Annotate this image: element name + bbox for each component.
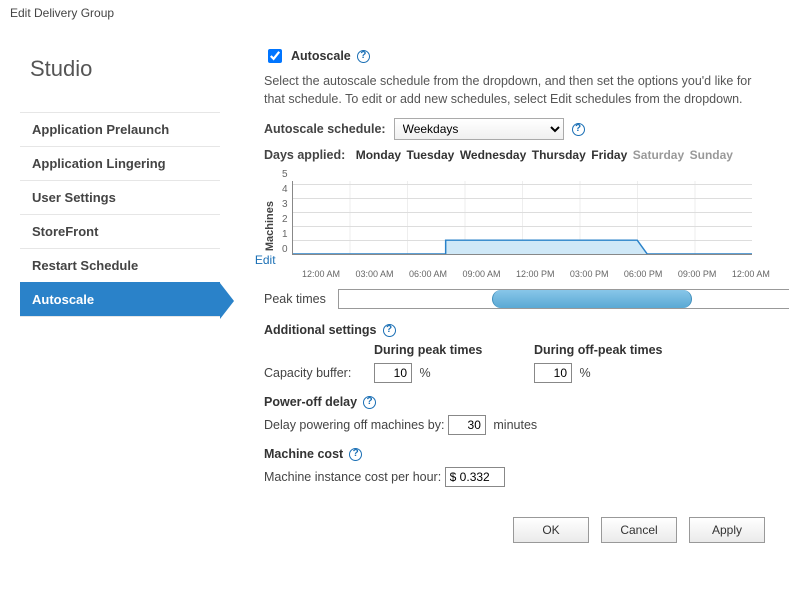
sidebar-item-storefront[interactable]: StoreFront xyxy=(20,214,220,248)
autoscale-checkbox-label: Autoscale xyxy=(291,49,351,63)
chart-y-ticks: 0 1 2 3 4 5 xyxy=(282,170,288,255)
help-icon[interactable]: ? xyxy=(349,448,362,461)
edit-chart-link[interactable]: Edit xyxy=(255,253,276,267)
capacity-peak-unit: % xyxy=(419,366,430,380)
main-panel: Autoscale ? Select the autoscale schedul… xyxy=(264,46,789,493)
machines-chart: Machines 0 1 2 3 4 5 xyxy=(264,170,789,269)
autoscale-checkbox[interactable] xyxy=(268,49,282,63)
sidebar-item-autoscale[interactable]: Autoscale xyxy=(20,282,220,317)
poweroff-delay-input[interactable] xyxy=(448,415,486,435)
chart-x-ticks: 12:00 AM 03:00 AM 06:00 AM 09:00 AM 12:0… xyxy=(302,269,770,279)
peak-fill[interactable] xyxy=(492,290,692,308)
schedule-select[interactable]: Weekdays xyxy=(394,118,564,140)
poweroff-delay-title: Power-off delay xyxy=(264,395,357,409)
sidebar-item-application-lingering[interactable]: Application Lingering xyxy=(20,146,220,180)
chart-y-axis-label: Machines xyxy=(264,189,276,251)
poweroff-delay-unit: minutes xyxy=(493,418,537,432)
help-icon[interactable]: ? xyxy=(572,123,585,136)
day-thursday: Thursday xyxy=(532,148,586,162)
day-sunday: Sunday xyxy=(690,148,733,162)
days-applied-label: Days applied: xyxy=(264,148,345,162)
help-icon[interactable]: ? xyxy=(357,50,370,63)
poweroff-delay-label: Delay powering off machines by: xyxy=(264,418,444,432)
machine-cost-label: Machine instance cost per hour: xyxy=(264,470,441,484)
autoscale-description: Select the autoscale schedule from the d… xyxy=(264,72,764,108)
apply-button[interactable]: Apply xyxy=(689,517,765,543)
help-icon[interactable]: ? xyxy=(383,324,396,337)
additional-settings-title: Additional settings xyxy=(264,323,377,337)
day-monday: Monday xyxy=(356,148,401,162)
capacity-buffer-label: Capacity buffer: xyxy=(264,366,374,380)
capacity-offpeak-input[interactable] xyxy=(534,363,572,383)
sidebar-item-restart-schedule[interactable]: Restart Schedule xyxy=(20,248,220,282)
days-applied-row: Days applied: Monday Tuesday Wednesday T… xyxy=(264,148,789,162)
studio-title: Studio xyxy=(30,56,220,82)
help-icon[interactable]: ? xyxy=(363,396,376,409)
day-friday: Friday xyxy=(591,148,627,162)
ok-button[interactable]: OK xyxy=(513,517,589,543)
capacity-peak-input[interactable] xyxy=(374,363,412,383)
column-offpeak-header: During off-peak times xyxy=(534,343,734,357)
capacity-offpeak-unit: % xyxy=(579,366,590,380)
sidebar-item-application-prelaunch[interactable]: Application Prelaunch xyxy=(20,112,220,146)
chart-plot-area[interactable] xyxy=(292,181,752,255)
schedule-label: Autoscale schedule: xyxy=(264,122,386,136)
day-saturday: Saturday xyxy=(633,148,684,162)
machine-cost-input[interactable] xyxy=(445,467,505,487)
sidebar: Studio Application Prelaunch Application… xyxy=(20,46,220,493)
sidebar-item-user-settings[interactable]: User Settings xyxy=(20,180,220,214)
column-peak-header: During peak times xyxy=(374,343,534,357)
peak-times-bar[interactable] xyxy=(338,289,789,309)
machine-cost-title: Machine cost xyxy=(264,447,343,461)
dialog-footer: OK Cancel Apply xyxy=(0,503,789,557)
day-wednesday: Wednesday xyxy=(460,148,526,162)
cancel-button[interactable]: Cancel xyxy=(601,517,677,543)
day-tuesday: Tuesday xyxy=(407,148,455,162)
peak-times-label: Peak times xyxy=(264,292,330,306)
window-title: Edit Delivery Group xyxy=(0,0,789,26)
